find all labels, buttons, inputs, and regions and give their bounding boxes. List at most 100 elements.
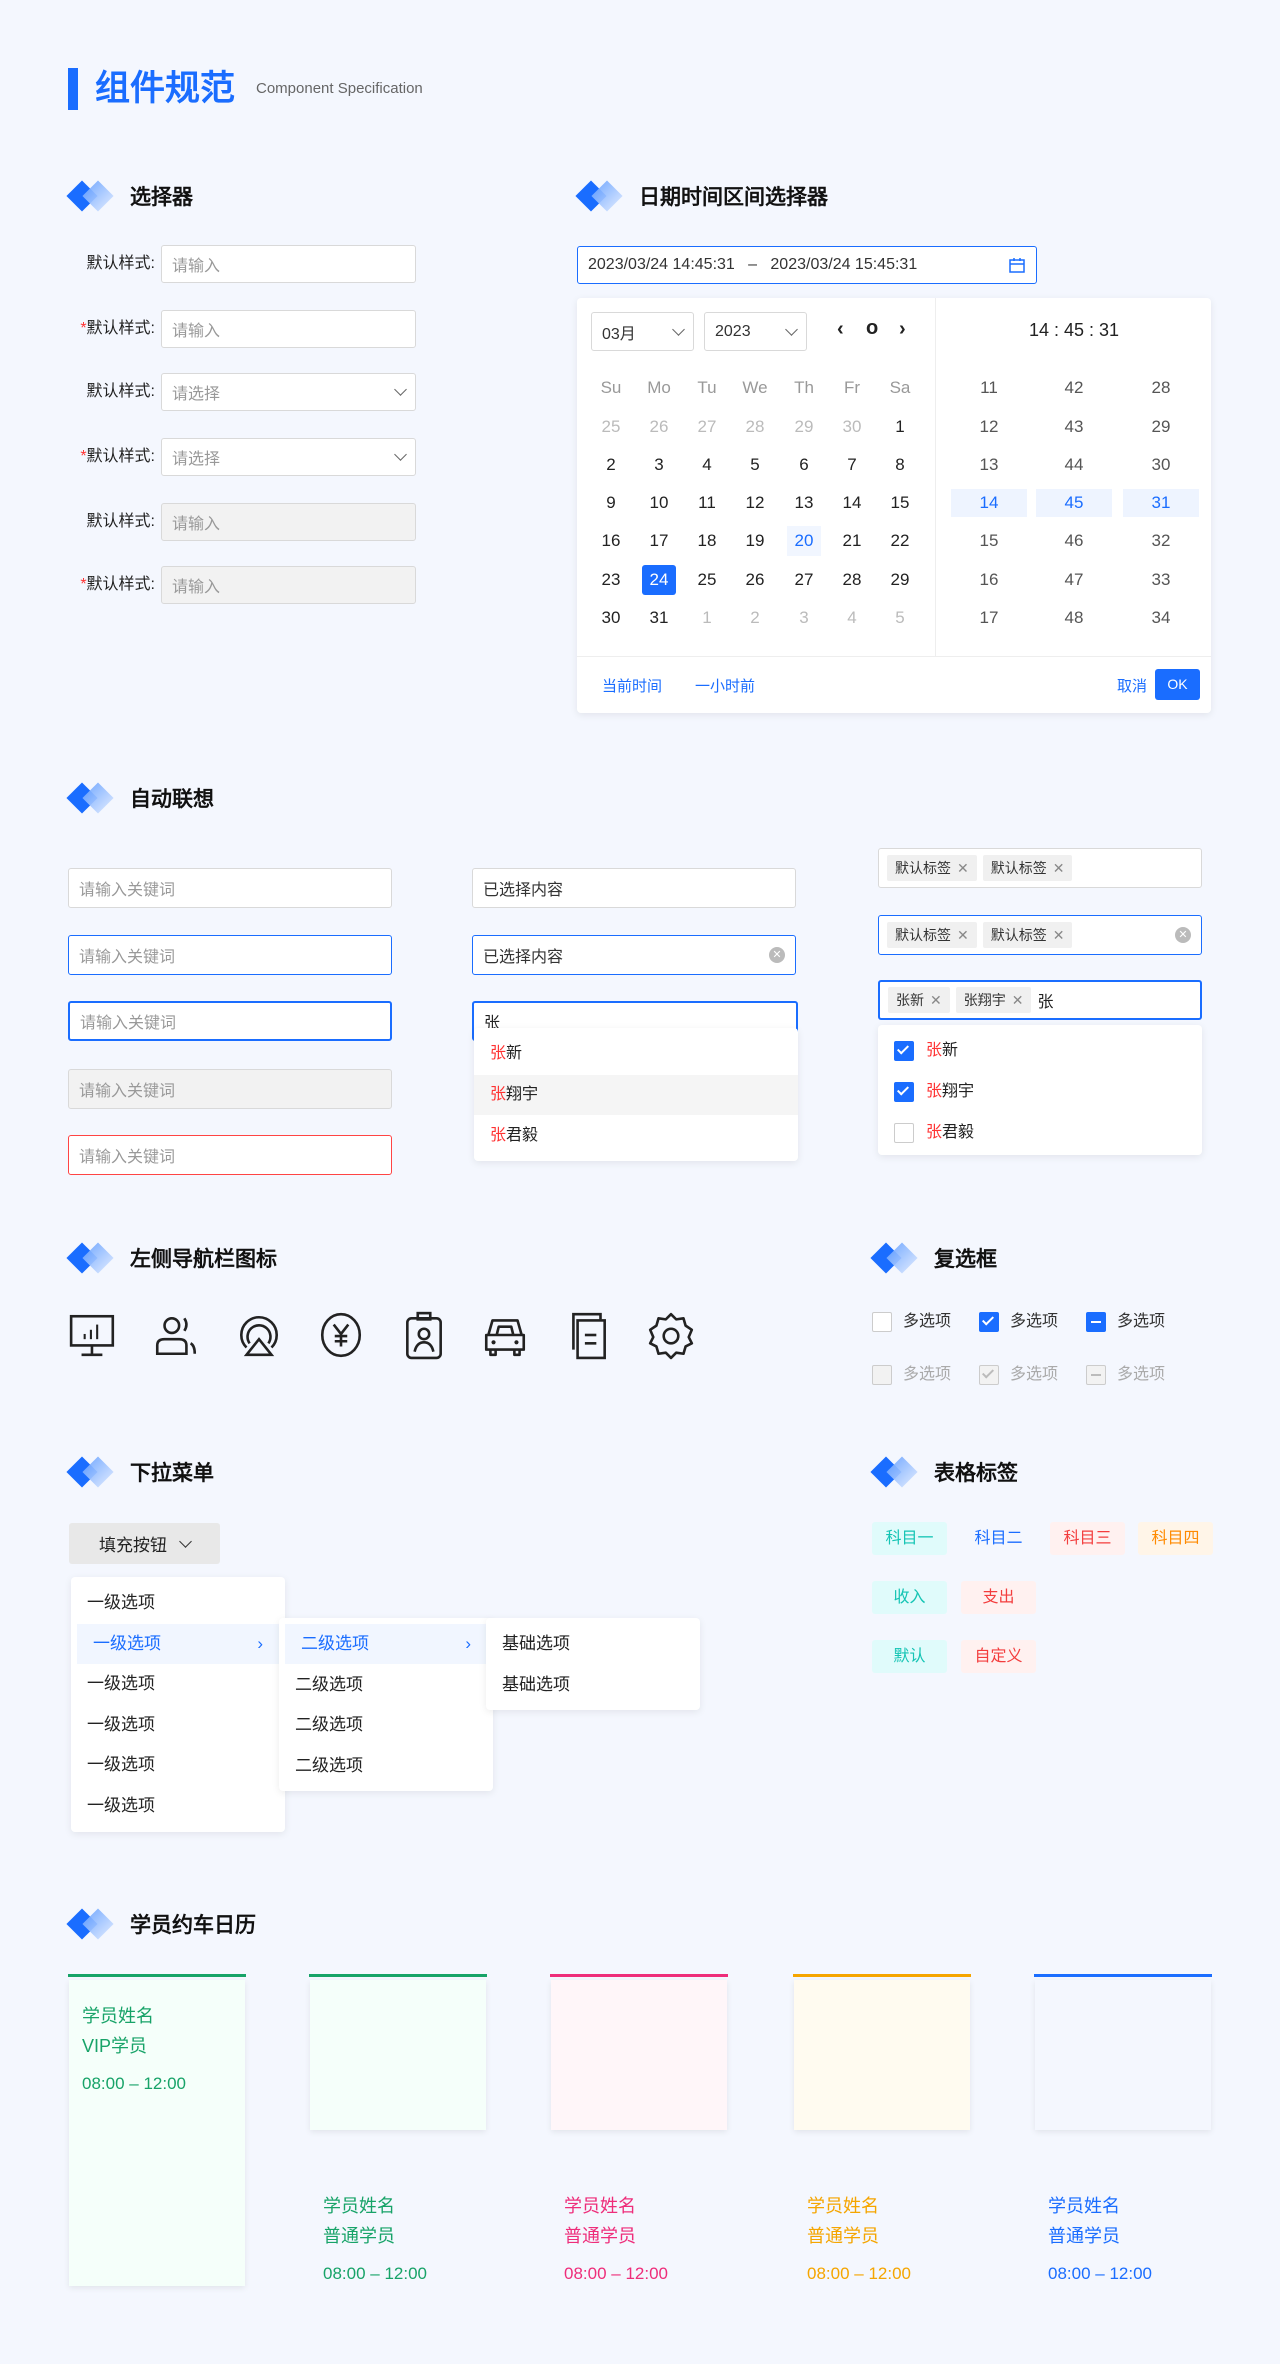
close-icon[interactable]: ✕ xyxy=(957,860,969,877)
day-cell[interactable]: 4 xyxy=(690,450,724,480)
menu-item-level1[interactable]: 一级选项 xyxy=(71,1786,285,1826)
tag-input[interactable]: 默认标签 ✕ 默认标签 ✕ xyxy=(878,848,1202,888)
suggestion-item[interactable]: 张新 xyxy=(878,1031,1202,1071)
badge-icon[interactable] xyxy=(399,1310,449,1360)
hour-ago-link[interactable]: 一小时前 xyxy=(695,675,755,696)
day-cell[interactable]: 4 xyxy=(835,603,869,633)
time-seconds-cell[interactable]: 32 xyxy=(1123,527,1199,555)
time-hours-cell[interactable]: 13 xyxy=(951,451,1027,479)
ok-button[interactable]: OK xyxy=(1155,669,1200,700)
time-hours-cell[interactable]: 17 xyxy=(951,604,1027,632)
day-cell[interactable]: 6 xyxy=(787,450,821,480)
time-seconds-cell[interactable]: 30 xyxy=(1123,451,1199,479)
day-cell[interactable]: 7 xyxy=(835,450,869,480)
booking-card[interactable] xyxy=(310,1980,486,2130)
clear-icon[interactable]: ✕ xyxy=(1175,927,1191,943)
time-seconds-cell[interactable]: 29 xyxy=(1123,413,1199,441)
tag-search-input[interactable]: 张新 ✕ 张翔宇 ✕ 张 xyxy=(878,980,1202,1020)
day-cell[interactable]: 10 xyxy=(642,488,676,518)
day-cell[interactable]: 3 xyxy=(787,603,821,633)
documents-icon[interactable] xyxy=(563,1310,613,1360)
close-icon[interactable]: ✕ xyxy=(957,927,969,944)
time-seconds-cell[interactable]: 28 xyxy=(1123,374,1199,402)
menu-item-level1[interactable]: 一级选项 › xyxy=(77,1623,279,1664)
day-cell[interactable]: 30 xyxy=(835,412,869,442)
day-cell[interactable]: 23 xyxy=(594,565,628,595)
checkbox[interactable] xyxy=(894,1123,914,1143)
time-minutes-cell[interactable]: 47 xyxy=(1036,566,1112,594)
time-seconds-cell[interactable]: 31 xyxy=(1123,489,1199,517)
day-cell[interactable]: 3 xyxy=(642,450,676,480)
day-cell[interactable]: 11 xyxy=(690,488,724,518)
checkbox-check[interactable] xyxy=(979,1312,999,1332)
year-select[interactable]: 2023 xyxy=(704,312,807,351)
time-hours-cell[interactable]: 15 xyxy=(951,527,1027,555)
day-cell[interactable]: 19 xyxy=(738,526,772,556)
time-minutes-cell[interactable]: 43 xyxy=(1036,413,1112,441)
day-cell[interactable]: 25 xyxy=(594,412,628,442)
checkbox-none[interactable] xyxy=(872,1312,892,1332)
menu-item-level3[interactable]: 基础选项 xyxy=(486,1665,700,1705)
suggestion-item[interactable]: 张新 xyxy=(474,1034,798,1074)
clear-icon[interactable]: ✕ xyxy=(769,947,785,963)
suggestion-item[interactable]: 张翔宇 xyxy=(474,1075,798,1115)
time-hours-cell[interactable]: 14 xyxy=(951,489,1027,517)
time-minutes-cell[interactable]: 44 xyxy=(1036,451,1112,479)
keyword-input[interactable]: 请输入关键词 xyxy=(68,868,392,908)
menu-item-level2[interactable]: 二级选项 xyxy=(279,1705,493,1745)
day-cell[interactable]: 12 xyxy=(738,488,772,518)
users-icon[interactable] xyxy=(151,1310,201,1360)
day-cell[interactable]: 30 xyxy=(594,603,628,633)
location-icon[interactable] xyxy=(234,1310,284,1360)
next-month-button[interactable]: › xyxy=(899,318,906,341)
menu-item-level2[interactable]: 二级选项 xyxy=(279,1746,493,1786)
month-select[interactable]: 03月 xyxy=(591,312,694,351)
day-cell[interactable]: 22 xyxy=(883,526,917,556)
selected-input[interactable]: 已选择内容 xyxy=(472,868,796,908)
booking-card[interactable] xyxy=(794,1980,970,2130)
day-cell[interactable]: 26 xyxy=(642,412,676,442)
booking-card[interactable] xyxy=(1035,1980,1211,2130)
checkbox-ind[interactable] xyxy=(1086,1312,1106,1332)
time-hours-cell[interactable]: 11 xyxy=(951,374,1027,402)
day-cell[interactable]: 5 xyxy=(738,450,772,480)
close-icon[interactable]: ✕ xyxy=(1012,992,1024,1009)
time-hours-cell[interactable]: 12 xyxy=(951,413,1027,441)
day-cell[interactable]: 16 xyxy=(594,526,628,556)
day-cell[interactable]: 8 xyxy=(883,450,917,480)
cancel-button[interactable]: 取消 xyxy=(1117,675,1147,696)
suggestion-item[interactable]: 张君毅 xyxy=(878,1113,1202,1153)
menu-item-level3[interactable]: 基础选项 xyxy=(486,1624,700,1664)
day-cell[interactable]: 31 xyxy=(642,603,676,633)
select-field[interactable]: 请选择 xyxy=(161,438,416,476)
day-cell[interactable]: 9 xyxy=(594,488,628,518)
day-cell[interactable]: 1 xyxy=(690,603,724,633)
close-icon[interactable]: ✕ xyxy=(930,992,942,1009)
day-cell[interactable]: 14 xyxy=(835,488,869,518)
day-cell[interactable]: 15 xyxy=(883,488,917,518)
day-cell[interactable]: 5 xyxy=(883,603,917,633)
settings-icon[interactable] xyxy=(646,1310,696,1360)
day-cell[interactable]: 27 xyxy=(690,412,724,442)
menu-item-level2[interactable]: 二级选项 › xyxy=(285,1624,487,1664)
checkbox[interactable] xyxy=(894,1041,914,1061)
day-cell[interactable]: 2 xyxy=(738,603,772,633)
time-minutes-cell[interactable]: 48 xyxy=(1036,604,1112,632)
monitor-chart-icon[interactable] xyxy=(68,1310,118,1360)
booking-card[interactable] xyxy=(551,1980,727,2130)
tag-input-clearable[interactable]: 默认标签 ✕ 默认标签 ✕ ✕ xyxy=(878,915,1202,955)
close-icon[interactable]: ✕ xyxy=(1053,860,1065,877)
selected-input-clearable[interactable]: 已选择内容 ✕ xyxy=(472,935,796,975)
time-minutes-cell[interactable]: 46 xyxy=(1036,527,1112,555)
day-cell[interactable]: 26 xyxy=(738,565,772,595)
suggestion-item[interactable]: 张君毅 xyxy=(474,1116,798,1156)
day-cell[interactable]: 28 xyxy=(738,412,772,442)
menu-item-level1[interactable]: 一级选项 xyxy=(71,1745,285,1785)
fill-dropdown-button[interactable]: 填充按钮 xyxy=(69,1523,220,1564)
day-cell[interactable]: 27 xyxy=(787,565,821,595)
day-cell[interactable]: 29 xyxy=(883,565,917,595)
time-seconds-cell[interactable]: 33 xyxy=(1123,566,1199,594)
day-cell[interactable]: 28 xyxy=(835,565,869,595)
select-field[interactable]: 请选择 xyxy=(161,373,416,411)
text-input[interactable]: 请输入 xyxy=(161,310,416,348)
